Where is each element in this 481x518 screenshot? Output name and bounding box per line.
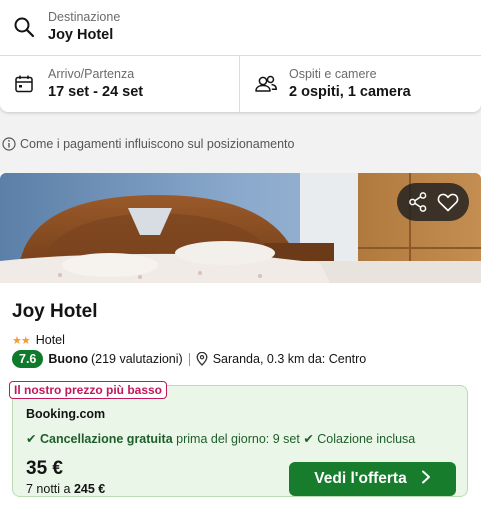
hotel-name[interactable]: Joy Hotel [12, 301, 98, 323]
star-rating-icon: ★★ [12, 334, 31, 347]
calendar-icon [14, 74, 34, 94]
free-cancellation: Cancellazione gratuita [39, 432, 173, 446]
divider [188, 352, 190, 366]
total-amount: 245 € [73, 482, 106, 496]
total-prefix: 7 notti a [26, 482, 71, 496]
guests-label: Ospiti e camere [289, 67, 377, 81]
nightly-price: 35 € [26, 458, 63, 479]
heart-icon[interactable] [436, 190, 460, 214]
guests-value: 2 ospiti, 1 camera [289, 84, 411, 100]
ranking-info-link[interactable]: Come i pagamenti influiscono sul posizio… [2, 137, 294, 151]
view-deal-button[interactable]: Vedi l'offerta [289, 462, 456, 496]
destination-label: Destinazione [48, 10, 121, 24]
destination-value: Joy Hotel [48, 27, 114, 43]
search-card: Destinazione Joy Hotel Arrivo/Partenza 1… [0, 0, 481, 112]
photo-actions [397, 183, 469, 221]
share-icon[interactable] [406, 190, 430, 214]
hotel-type: Hotel [35, 333, 65, 347]
cancellation-deadline: prima del giorno: 9 set [176, 432, 300, 446]
deal-benefits: ✔ Cancellazione gratuita prima del giorn… [26, 431, 415, 446]
hotel-card[interactable]: Joy Hotel ★★ Hotel 7.6 Buono (219 valuta… [0, 173, 481, 518]
ranking-info-text: Come i pagamenti influiscono sul posizio… [20, 137, 295, 151]
info-icon [2, 137, 16, 151]
users-icon [254, 74, 278, 94]
check-icon: ✔ [26, 432, 37, 446]
hotel-class: ★★ Hotel [12, 333, 65, 347]
view-deal-label: Vedi l'offerta [314, 470, 407, 487]
dates-label: Arrivo/Partenza [48, 67, 135, 81]
dates-field[interactable]: Arrivo/Partenza 17 set - 24 set [0, 56, 240, 112]
total-price: 7 notti a 245 € [26, 482, 105, 496]
destination-field[interactable]: Destinazione Joy Hotel [0, 0, 481, 56]
check-icon: ✔ [303, 432, 314, 446]
rating-word: Buono [48, 352, 88, 366]
guests-field[interactable]: Ospiti e camere 2 ospiti, 1 camera [241, 56, 481, 112]
hotel-location[interactable]: Saranda, 0.3 km da: Centro [213, 352, 367, 366]
deal-box[interactable]: Booking.com ✔ Cancellazione gratuita pri… [12, 385, 468, 497]
score-badge[interactable]: 7.6 [12, 350, 44, 368]
rating-row: 7.6 Buono (219 valutazioni) Saranda, 0.3… [12, 350, 366, 368]
lowest-price-badge: Il nostro prezzo più basso [9, 381, 168, 399]
search-icon [13, 16, 35, 38]
review-count[interactable]: (219 valutazioni) [91, 352, 183, 366]
dates-value: 17 set - 24 set [48, 84, 144, 100]
map-pin-icon [196, 351, 208, 366]
chevron-right-icon [421, 470, 431, 489]
breakfast-included: Colazione inclusa [317, 432, 416, 446]
provider-name: Booking.com [26, 407, 106, 421]
